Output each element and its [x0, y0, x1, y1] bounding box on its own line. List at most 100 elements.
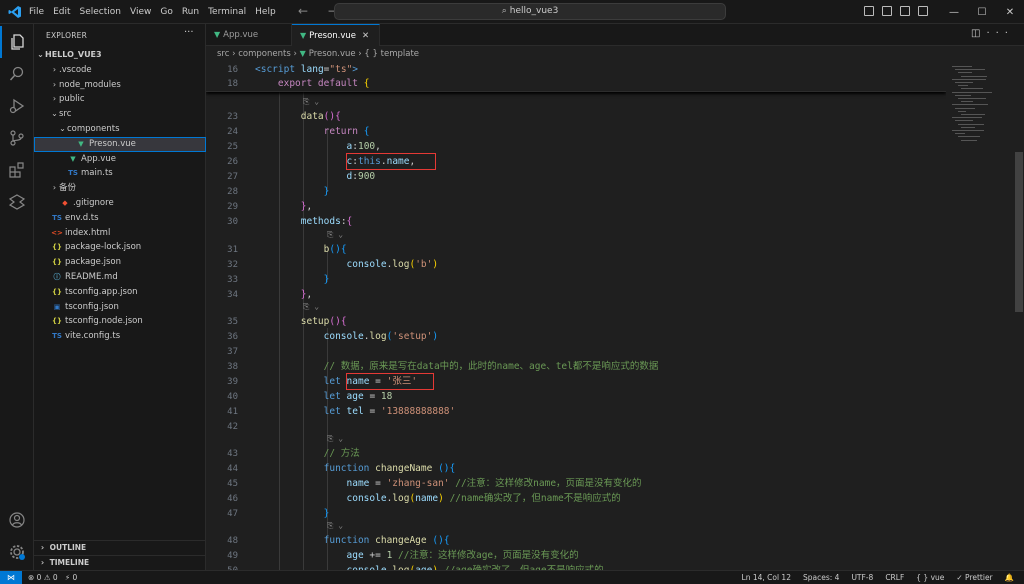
code-editor[interactable]: 16 <script lang="ts"> 18 export default {… — [206, 62, 946, 570]
file-tree-item[interactable]: TS vite.config.ts — [34, 329, 206, 344]
file-tree-item[interactable]: {} tsconfig.node.json — [34, 314, 206, 329]
menu-selection[interactable]: Selection — [80, 7, 121, 17]
file-tree-item[interactable]: TS env.d.ts — [34, 211, 206, 226]
ports-indicator[interactable]: ⚡ 0 — [65, 573, 77, 582]
vertical-scrollbar[interactable] — [1014, 62, 1024, 570]
manage-activity[interactable] — [0, 536, 34, 568]
source-control-activity[interactable] — [0, 122, 34, 154]
code-line-32: 32 console.log('b') — [206, 258, 946, 272]
file-tree-item[interactable]: ◆ .gitignore — [34, 196, 206, 211]
menu-file[interactable]: File — [29, 7, 44, 17]
code-line-37: 37 — [206, 345, 946, 359]
file-tree-item[interactable]: ▣ tsconfig.json — [34, 300, 206, 315]
remote-explorer-activity[interactable] — [0, 186, 34, 218]
file-tree-item[interactable]: {} tsconfig.app.json — [34, 285, 206, 300]
menu-run[interactable]: Run — [182, 7, 199, 17]
breadcrumb-file[interactable]: Preson.vue — [309, 49, 356, 59]
tab-preson-vue[interactable]: ▼ Preson.vue ✕ — [292, 24, 380, 46]
minimap-line — [958, 98, 986, 99]
file-tree-item[interactable]: › 备份 — [34, 181, 206, 196]
command-center-search[interactable]: ⌕ hello_vue3 — [334, 3, 726, 20]
language-mode[interactable]: { } vue — [916, 571, 944, 584]
cursor-position[interactable]: Ln 14, Col 12 — [742, 571, 791, 584]
remote-indicator-icon[interactable]: ⋈ — [0, 571, 22, 584]
menu-help[interactable]: Help — [255, 7, 276, 17]
file-tree-item[interactable]: › public — [34, 92, 206, 107]
explorer-activity[interactable] — [0, 26, 34, 58]
search-text: hello_vue3 — [509, 6, 559, 16]
vscode-logo-icon — [8, 6, 21, 18]
file-tree-item[interactable]: ▼ Preson.vue — [34, 136, 206, 152]
menu-edit[interactable]: Edit — [53, 7, 70, 17]
indentation[interactable]: Spaces: 4 — [803, 571, 839, 584]
problems-indicator[interactable]: ⊗ 0 ⚠ 0 — [28, 573, 58, 582]
menu-go[interactable]: Go — [160, 7, 172, 17]
timeline-section[interactable]: › TIMELINE — [34, 555, 206, 570]
file-tree-item[interactable]: ⌄components — [34, 122, 206, 137]
minimize-button[interactable]: — — [940, 7, 968, 18]
split-editor-icon[interactable]: ◫ — [971, 28, 986, 39]
line-number: 46 — [227, 494, 238, 504]
workspace-root[interactable]: ⌄HELLO_VUE3 — [34, 48, 206, 63]
codelens-hint-icon[interactable]: ⎘ ⌄ — [303, 302, 319, 312]
tab-app-vue[interactable]: ▼ App.vue — [206, 24, 292, 46]
codelens-hint-icon[interactable]: ⎘ ⌄ — [327, 434, 343, 444]
menu-view[interactable]: View — [130, 7, 151, 17]
codelens-hint-icon[interactable]: ⎘ ⌄ — [327, 521, 343, 531]
code-line-43: 43 // 方法 — [206, 447, 946, 461]
accounts-activity[interactable] — [0, 504, 34, 536]
explorer-title: EXPLORER — [46, 31, 87, 40]
code-text: b(){ — [323, 244, 347, 255]
line-endings[interactable]: CRLF — [885, 571, 904, 584]
breadcrumb-src[interactable]: src — [217, 49, 229, 59]
maximize-button[interactable]: ☐ — [968, 7, 996, 18]
customize-layout-icon[interactable] — [918, 6, 928, 16]
line-number: 26 — [227, 157, 238, 167]
codelens-hint-icon[interactable]: ⎘ ⌄ — [303, 97, 319, 107]
line-number: 37 — [227, 347, 238, 357]
file-tree-item[interactable]: › .vscode — [34, 63, 206, 78]
extensions-activity[interactable] — [0, 154, 34, 186]
toggle-secondary-sidebar-icon[interactable] — [900, 6, 910, 16]
minimap-line — [952, 117, 982, 119]
codelens-hint-icon[interactable]: ⎘ ⌄ — [327, 230, 343, 240]
prettier-status[interactable]: ✓ Prettier — [956, 571, 992, 584]
minimap-line — [952, 104, 988, 106]
minimap-line — [961, 126, 975, 128]
menu-terminal[interactable]: Terminal — [208, 7, 246, 17]
toggle-panel-icon[interactable] — [882, 6, 892, 16]
minimap-line — [955, 94, 971, 96]
vue-file-icon: ▼ — [299, 49, 306, 58]
close-window-button[interactable]: ✕ — [996, 7, 1024, 18]
file-tree-label: main.ts — [81, 168, 113, 179]
file-tree-item[interactable]: TS main.ts — [34, 166, 206, 181]
close-tab-icon[interactable]: ✕ — [362, 31, 369, 41]
extensions-icon — [9, 162, 24, 178]
file-tree-item[interactable]: › node_modules — [34, 78, 206, 93]
code-line-24: 24 return { — [206, 125, 946, 139]
file-type-icon: ▼ — [78, 139, 84, 148]
file-tree-item[interactable]: ▼ App.vue — [34, 152, 206, 167]
outline-section[interactable]: › OUTLINE — [34, 540, 206, 555]
minimap[interactable] — [946, 62, 1014, 570]
file-tree-item[interactable]: <> index.html — [34, 226, 206, 241]
file-tree-item[interactable]: {} package.json — [34, 255, 206, 270]
search-activity[interactable] — [0, 58, 34, 90]
sticky-line-16: 16 <script lang="ts"> — [206, 63, 946, 77]
file-tree-item[interactable]: {} package-lock.json — [34, 240, 206, 255]
scrollbar-thumb[interactable] — [1015, 152, 1023, 312]
encoding[interactable]: UTF-8 — [851, 571, 873, 584]
more-actions-icon[interactable]: ··· — [986, 28, 1014, 39]
file-tree-item[interactable]: ⌄src — [34, 107, 206, 122]
explorer-more-actions-icon[interactable]: ··· — [184, 27, 194, 38]
breadcrumb-components[interactable]: components — [238, 49, 291, 59]
file-tree-item[interactable]: ⓘ README.md — [34, 270, 206, 285]
breadcrumb-template[interactable]: { } template — [364, 49, 419, 59]
tab-label: App.vue — [223, 30, 259, 40]
toggle-primary-sidebar-icon[interactable] — [864, 6, 874, 16]
file-type-icon: {} — [52, 287, 62, 296]
run-debug-activity[interactable] — [0, 90, 34, 122]
notifications-bell-icon[interactable]: 🔔 — [1005, 571, 1014, 584]
line-number: 43 — [227, 449, 238, 459]
line-number: 38 — [227, 362, 238, 372]
